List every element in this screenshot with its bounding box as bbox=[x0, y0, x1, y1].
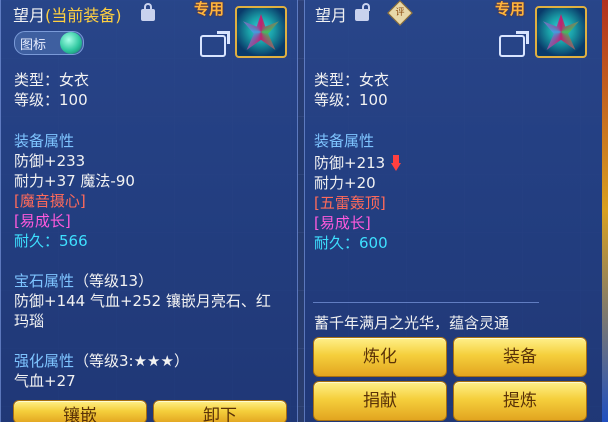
special-effect: [魔音摄心] bbox=[14, 192, 86, 210]
rating-icon[interactable]: 评 bbox=[387, 0, 413, 26]
item-title: 望月 bbox=[315, 6, 348, 25]
item-level: 等级：100 bbox=[14, 91, 88, 109]
exclusive-tag: 专用 bbox=[194, 0, 225, 18]
item-type: 类型：女衣 bbox=[14, 71, 90, 89]
forge-stats: 气血+27 bbox=[14, 372, 76, 390]
equipment-icon bbox=[235, 6, 287, 58]
side-item-strip bbox=[602, 0, 608, 422]
durability: 耐久：600 bbox=[314, 234, 388, 252]
forge-attr-header: 强化属性（等级3:★★★） bbox=[14, 352, 189, 370]
stamina-stat: 耐力+20 bbox=[314, 174, 376, 192]
defense-stat: 防御+213 bbox=[314, 154, 386, 172]
item-title: 望月(当前装备) bbox=[13, 6, 122, 25]
divider bbox=[313, 302, 539, 303]
special-effect: [五雷轰顶] bbox=[314, 194, 386, 212]
stamina-magic-stat: 耐力+37 魔法-90 bbox=[14, 172, 135, 190]
icon-toggle[interactable]: 图标 bbox=[14, 31, 84, 55]
gem-stats: 防御+144 气血+252 镶嵌月亮石、红 bbox=[14, 292, 271, 310]
toggle-knob-icon bbox=[60, 32, 82, 54]
equip-attr-header: 装备属性 bbox=[314, 132, 375, 150]
unlock-icon[interactable] bbox=[355, 3, 370, 21]
unequip-button[interactable]: 卸下 bbox=[153, 400, 287, 422]
purify-button[interactable]: 提炼 bbox=[453, 381, 587, 421]
share-icon[interactable] bbox=[499, 35, 525, 57]
defense-stat: 防御+233 bbox=[14, 152, 86, 170]
special-trait: [易成长] bbox=[14, 212, 71, 230]
compare-equipment-panel: 望月 评 专用 类型：女衣 等级：100 装备属性 防御+213 耐力+20 [… bbox=[304, 0, 604, 422]
gem-attr-header: 宝石属性（等级13） bbox=[14, 272, 154, 290]
lock-icon[interactable] bbox=[141, 3, 155, 21]
durability: 耐久：566 bbox=[14, 232, 88, 250]
current-equipment-panel: 望月(当前装备) 专用 图标 类型：女衣 等级：100 装备属性 防御+233 … bbox=[0, 0, 298, 422]
refine-button[interactable]: 炼化 bbox=[313, 337, 447, 377]
inlay-button[interactable]: 镶嵌 bbox=[13, 400, 147, 422]
exclusive-tag: 专用 bbox=[495, 0, 526, 18]
share-icon[interactable] bbox=[200, 35, 226, 57]
equipment-icon bbox=[535, 6, 587, 58]
item-level: 等级：100 bbox=[314, 91, 388, 109]
equip-button[interactable]: 装备 bbox=[453, 337, 587, 377]
item-description: 蓄千年满月之光华，蕴含灵通 bbox=[314, 314, 510, 332]
gem-stats-cont: 玛瑙 bbox=[14, 312, 45, 330]
equip-attr-header: 装备属性 bbox=[14, 132, 75, 150]
donate-button[interactable]: 捐献 bbox=[313, 381, 447, 421]
special-trait: [易成长] bbox=[314, 214, 371, 232]
item-type: 类型：女衣 bbox=[314, 71, 390, 89]
decrease-arrow-icon bbox=[391, 155, 401, 171]
